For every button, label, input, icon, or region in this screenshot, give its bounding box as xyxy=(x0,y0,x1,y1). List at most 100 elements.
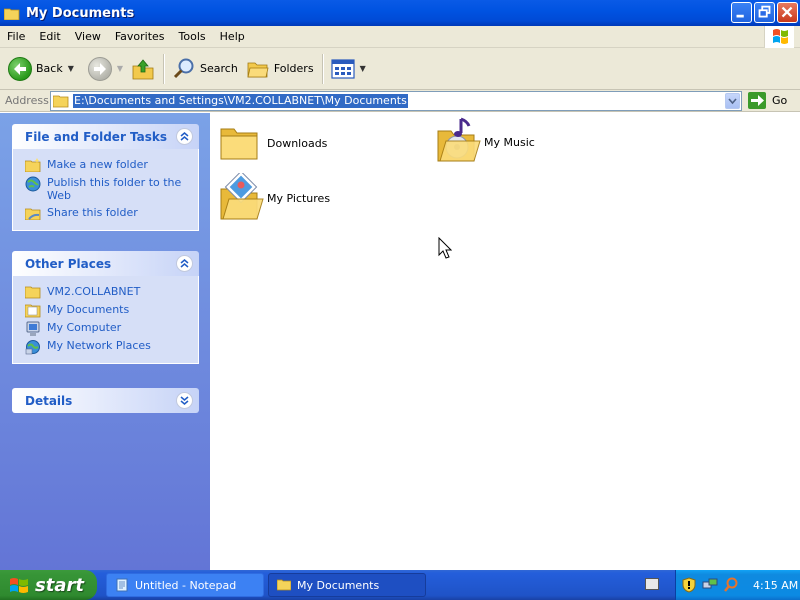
forward-arrow-icon xyxy=(87,56,112,81)
taskbar-item-label: Untitled - Notepad xyxy=(135,578,237,592)
standard-toolbar: Back ▼ ▼ Search Folders ▼ xyxy=(0,48,800,90)
search-tray-icon[interactable] xyxy=(723,577,739,593)
taskbar: start Untitled - Notepad My Documents 4:… xyxy=(0,570,800,600)
restore-button[interactable] xyxy=(754,2,775,23)
menu-edit[interactable]: Edit xyxy=(32,30,67,43)
go-button[interactable]: Go xyxy=(748,92,787,109)
folders-label: Folders xyxy=(273,62,314,75)
place-vm2-collabnet[interactable]: VM2.COLLABNET xyxy=(24,285,198,299)
tasks-panel: File and Folder Tasks Make a new folder … xyxy=(12,124,199,231)
make-new-folder-link[interactable]: Make a new folder xyxy=(24,158,198,173)
views-button[interactable]: ▼ xyxy=(327,51,370,87)
folder-item-my-music[interactable]: My Music xyxy=(435,117,535,167)
folder-icon xyxy=(53,95,69,108)
minimize-button[interactable] xyxy=(731,2,752,23)
folder-label: My Music xyxy=(484,135,535,149)
taskbar-item-notepad[interactable]: Untitled - Notepad xyxy=(106,573,264,597)
go-label: Go xyxy=(772,94,788,107)
details-panel-header[interactable]: Details xyxy=(12,388,199,413)
folder-icon xyxy=(24,285,41,299)
toolbar-separator xyxy=(321,53,323,84)
folder-label: Downloads xyxy=(267,136,328,150)
folder-item-downloads[interactable]: Downloads xyxy=(218,121,327,165)
close-button[interactable] xyxy=(777,2,798,23)
forward-dropdown-icon[interactable]: ▼ xyxy=(117,64,123,73)
places-panel-header[interactable]: Other Places xyxy=(12,251,199,276)
collapse-up-icon[interactable] xyxy=(176,128,193,145)
up-button[interactable] xyxy=(127,51,159,87)
system-tray: 4:15 AM xyxy=(675,570,800,600)
title-bar[interactable]: My Documents xyxy=(0,0,800,26)
my-computer-icon xyxy=(25,321,41,336)
address-bar: Address E:\Documents and Settings\VM2.CO… xyxy=(0,90,800,112)
folder-icon xyxy=(218,121,262,165)
folder-item-my-pictures[interactable]: My Pictures xyxy=(218,170,331,223)
globe-publish-icon xyxy=(25,176,41,192)
forward-button[interactable]: ▼ xyxy=(84,51,127,87)
folder-icon xyxy=(3,7,20,21)
network-connection-icon[interactable] xyxy=(702,577,718,593)
task-pane: File and Folder Tasks Make a new folder … xyxy=(0,113,210,570)
new-folder-icon xyxy=(24,158,41,173)
tasks-panel-header[interactable]: File and Folder Tasks xyxy=(12,124,199,149)
network-places-icon xyxy=(25,339,41,355)
back-arrow-icon xyxy=(8,56,32,81)
pictures-folder-icon xyxy=(218,170,264,223)
places-panel-body: VM2.COLLABNET My Documents My Computer M… xyxy=(12,276,199,364)
address-value: E:\Documents and Settings\VM2.COLLABNET\… xyxy=(73,94,408,108)
menu-help[interactable]: Help xyxy=(213,30,252,43)
notepad-icon xyxy=(115,578,129,592)
security-shield-icon[interactable] xyxy=(681,577,697,593)
taskbar-item-label: My Documents xyxy=(297,578,380,592)
tasks-panel-title: File and Folder Tasks xyxy=(25,129,168,144)
publish-folder-link[interactable]: Publish this folder to the Web xyxy=(25,176,198,202)
menu-file[interactable]: File xyxy=(0,30,32,43)
details-panel: Details xyxy=(12,388,199,413)
address-label: Address xyxy=(5,94,49,107)
expand-down-icon[interactable] xyxy=(176,392,193,409)
folder-icon xyxy=(276,578,292,592)
folders-button[interactable]: Folders xyxy=(242,51,318,87)
menu-favorites[interactable]: Favorites xyxy=(108,30,172,43)
up-folder-icon xyxy=(132,58,154,79)
go-arrow-icon xyxy=(748,92,766,109)
windows-flag-icon xyxy=(9,576,29,594)
place-my-documents[interactable]: My Documents xyxy=(24,303,198,318)
back-dropdown-icon[interactable]: ▼ xyxy=(68,64,74,73)
search-label: Search xyxy=(200,62,238,75)
collapse-up-icon[interactable] xyxy=(176,255,193,272)
place-network-places[interactable]: My Network Places xyxy=(25,339,198,355)
folders-icon xyxy=(247,62,269,77)
my-documents-icon xyxy=(24,303,41,318)
taskbar-item-my-documents[interactable]: My Documents xyxy=(268,573,426,597)
folder-view: Downloads My Music My Pictures xyxy=(210,113,800,570)
search-icon xyxy=(173,58,194,78)
address-dropdown-icon[interactable] xyxy=(725,93,740,109)
menu-bar: File Edit View Favorites Tools Help xyxy=(0,26,800,48)
toolbar-separator xyxy=(163,53,165,84)
start-button[interactable]: start xyxy=(0,570,97,600)
folder-label: My Pictures xyxy=(267,191,331,205)
share-folder-link[interactable]: Share this folder xyxy=(24,206,198,221)
places-panel-title: Other Places xyxy=(25,256,112,271)
places-panel: Other Places VM2.COLLABNET My Documents xyxy=(12,251,199,364)
windows-logo-icon xyxy=(764,26,794,48)
views-icon xyxy=(330,58,355,79)
mouse-cursor-icon xyxy=(438,237,452,259)
views-dropdown-icon[interactable]: ▼ xyxy=(360,64,366,73)
keyboard-language-icon[interactable] xyxy=(645,578,659,590)
window-title: My Documents xyxy=(26,5,135,21)
place-my-computer[interactable]: My Computer xyxy=(25,321,198,336)
music-folder-icon xyxy=(435,117,481,167)
menu-view[interactable]: View xyxy=(68,30,108,43)
back-label: Back xyxy=(36,62,63,75)
start-label: start xyxy=(35,574,84,596)
clock[interactable]: 4:15 AM xyxy=(753,579,798,592)
address-input[interactable]: E:\Documents and Settings\VM2.COLLABNET\… xyxy=(50,91,742,111)
tasks-panel-body: Make a new folder Publish this folder to… xyxy=(12,149,199,231)
back-button[interactable]: Back ▼ xyxy=(4,51,78,87)
menu-tools[interactable]: Tools xyxy=(172,30,213,43)
share-folder-icon xyxy=(24,206,41,221)
details-panel-title: Details xyxy=(25,393,73,408)
search-button[interactable]: Search xyxy=(168,51,242,87)
